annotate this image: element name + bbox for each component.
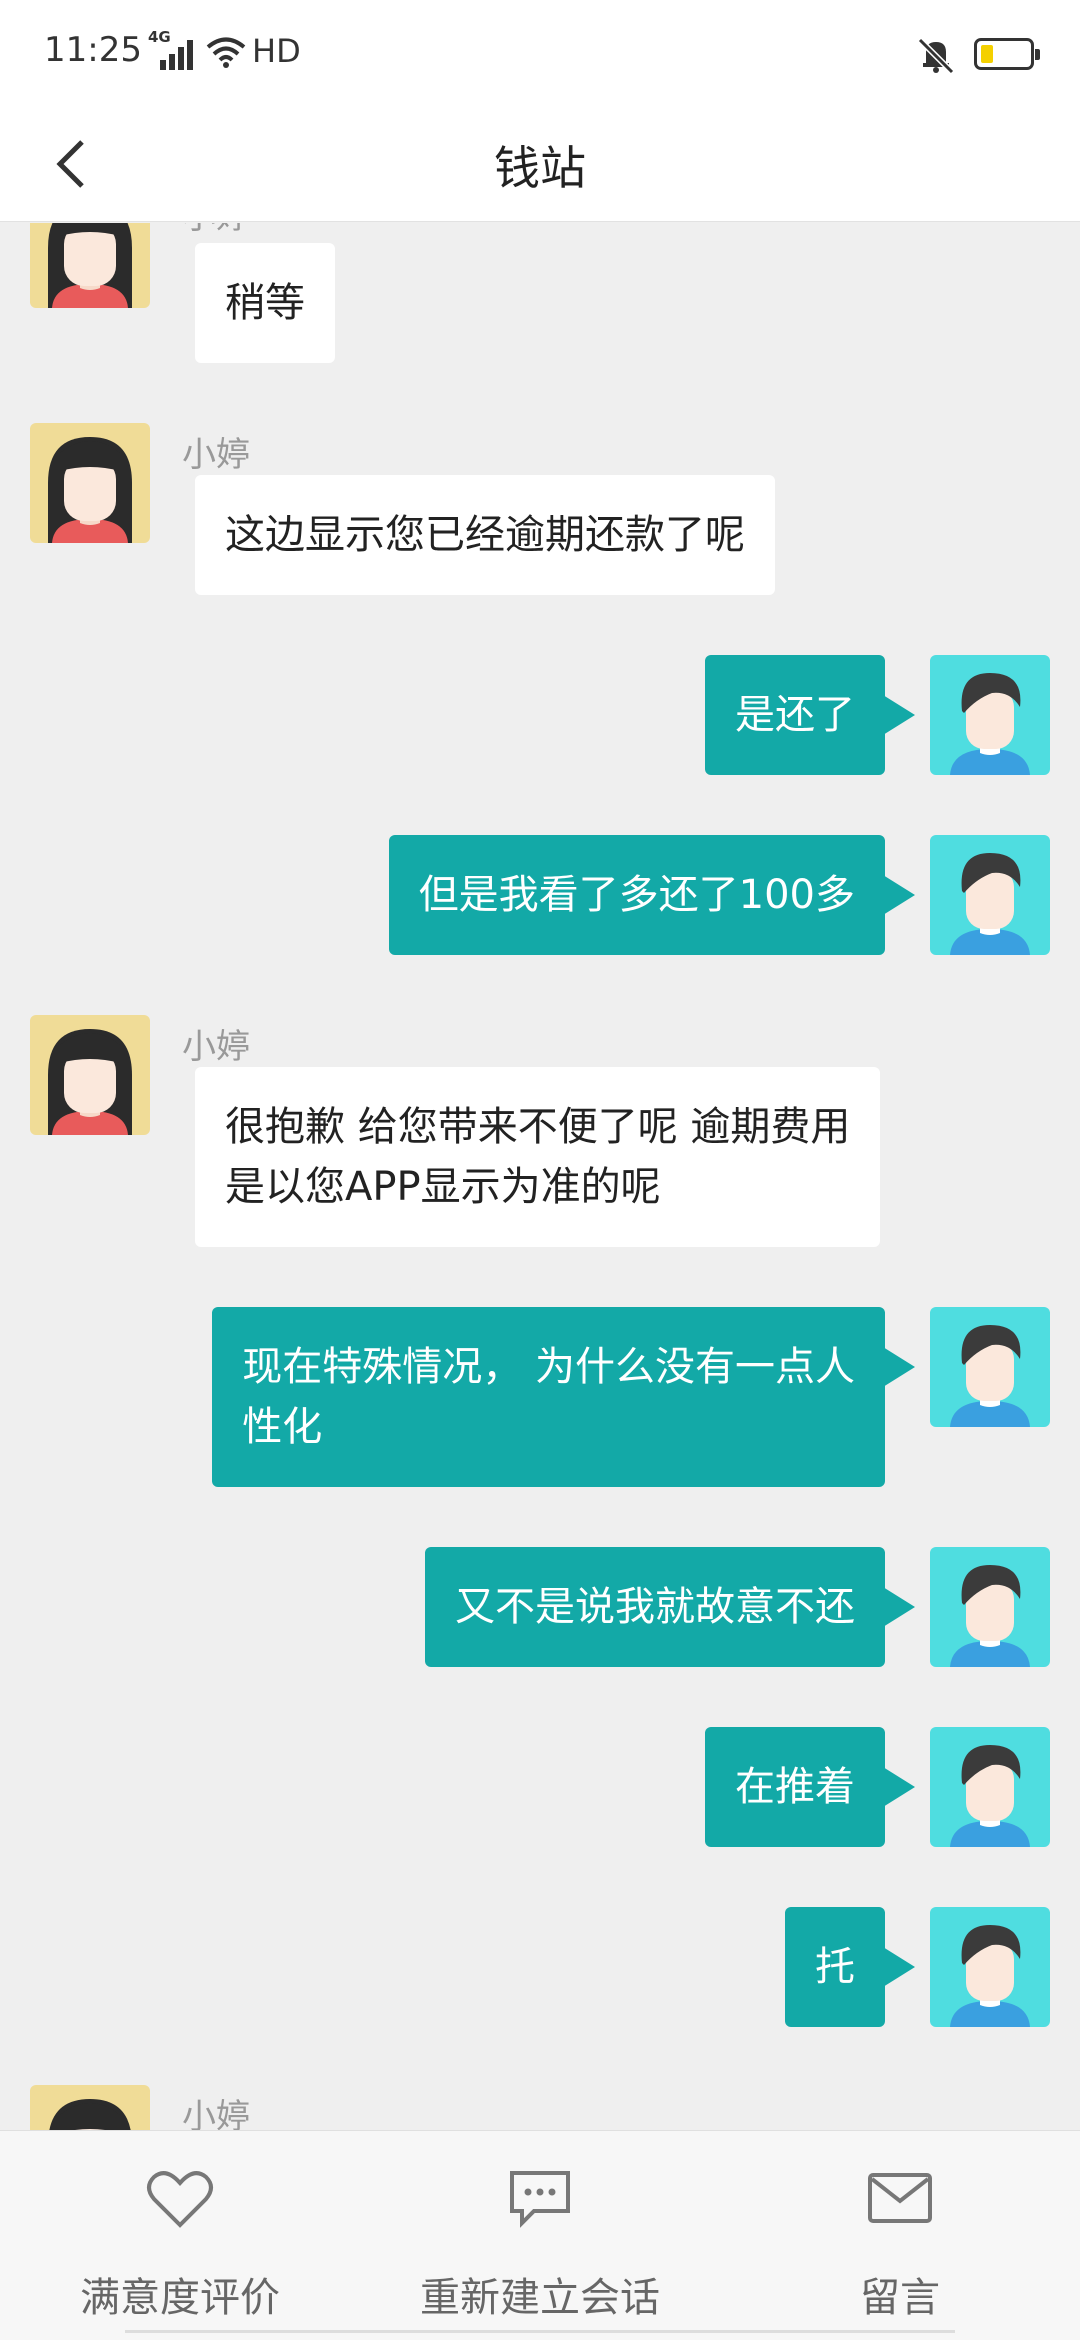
message-text: 这边显示您已经逾期还款了呢 xyxy=(225,512,745,558)
battery-icon xyxy=(974,38,1040,70)
agent-avatar[interactable] xyxy=(30,1015,150,1135)
agent-avatar[interactable] xyxy=(30,2085,150,2130)
user-avatar[interactable] xyxy=(930,1727,1050,1847)
message-row-agent: 小婷 xyxy=(0,2085,1080,2130)
message-row-user: 是还了 xyxy=(0,655,1080,777)
message-bubble[interactable]: 托 xyxy=(785,1907,915,2027)
message-bubble[interactable]: 又不是说我就故意不还 xyxy=(425,1547,915,1667)
new-session-label: 重新建立会话 xyxy=(420,2275,660,2321)
message-text: 稍等 xyxy=(225,280,305,326)
message-bubble[interactable]: 在推着 xyxy=(705,1727,915,1847)
mute-bell-icon xyxy=(917,37,955,74)
message-bubble[interactable]: 这边显示您已经逾期还款了呢 xyxy=(195,475,775,595)
message-bubble[interactable]: 是还了 xyxy=(705,655,915,775)
message-text-line: 很抱歉 给您带来不便了呢 逾期费用 xyxy=(225,1104,851,1150)
message-row-user: 又不是说我就故意不还 xyxy=(0,1547,1080,1669)
agent-avatar[interactable] xyxy=(30,223,150,308)
home-indicator xyxy=(125,2330,955,2340)
title-bar: 钱站 xyxy=(0,108,1080,222)
user-avatar[interactable] xyxy=(930,1547,1050,1667)
leave-message-button[interactable]: 留言 xyxy=(720,2131,1080,2340)
status-time: 11:25 xyxy=(44,30,142,70)
signal-icon xyxy=(160,40,193,70)
message-text-line: 现在特殊情况， 为什么没有一点人 xyxy=(242,1344,855,1390)
hd-label: HD xyxy=(252,32,301,70)
message-row-user: 但是我看了多还了100多 xyxy=(0,835,1080,957)
message-row-user: 托 xyxy=(0,1907,1080,2029)
message-text: 又不是说我就故意不还 xyxy=(455,1584,855,1630)
heart-icon xyxy=(147,2171,213,2228)
sender-name: 小婷 xyxy=(182,2097,250,2130)
bottom-action-bar: 满意度评价 重新建立会话 留言 xyxy=(0,2130,1080,2340)
message-bubble[interactable]: 很抱歉 给您带来不便了呢 逾期费用 是以您APP显示为准的呢 xyxy=(195,1067,881,1247)
sender-name: 小婷 xyxy=(182,435,250,475)
user-avatar[interactable] xyxy=(930,655,1050,775)
envelope-icon xyxy=(868,2173,932,2223)
page-title: 钱站 xyxy=(494,141,586,195)
wifi-icon xyxy=(206,37,246,68)
rate-satisfaction-button[interactable]: 满意度评价 xyxy=(0,2131,360,2340)
user-avatar[interactable] xyxy=(930,1307,1050,1427)
message-bubble[interactable]: 稍等 xyxy=(195,243,335,363)
chat-list[interactable]: 小婷 稍等 小婷 这边显示您已经逾期还款了呢 是还了 但是我看了多还了100多 xyxy=(0,223,1080,2130)
message-row-user: 现在特殊情况， 为什么没有一点人 性化 xyxy=(0,1307,1080,1487)
message-text: 但是我看了多还了100多 xyxy=(418,872,855,918)
message-row-agent: 小婷 稍等 xyxy=(0,223,1080,373)
new-session-button[interactable]: 重新建立会话 xyxy=(360,2131,720,2340)
user-avatar[interactable] xyxy=(930,1907,1050,2027)
message-bubble[interactable]: 现在特殊情况， 为什么没有一点人 性化 xyxy=(212,1307,915,1487)
message-text: 是还了 xyxy=(735,692,855,738)
message-text: 在推着 xyxy=(735,1764,855,1810)
message-text-line: 是以您APP显示为准的呢 xyxy=(225,1164,661,1210)
message-text-line: 性化 xyxy=(242,1404,323,1450)
leave-message-label: 留言 xyxy=(860,2275,940,2321)
status-bar: 11:25 4G HD xyxy=(0,0,1080,108)
user-avatar[interactable] xyxy=(930,835,1050,955)
message-row-agent: 小婷 很抱歉 给您带来不便了呢 逾期费用 是以您APP显示为准的呢 xyxy=(0,1015,1080,1255)
message-row-user: 在推着 xyxy=(0,1727,1080,1849)
message-row-agent: 小婷 这边显示您已经逾期还款了呢 xyxy=(0,423,1080,603)
message-bubble[interactable]: 但是我看了多还了100多 xyxy=(388,835,916,955)
rate-satisfaction-label: 满意度评价 xyxy=(80,2275,280,2321)
agent-avatar[interactable] xyxy=(30,423,150,543)
chat-bubble-icon xyxy=(510,2171,570,2228)
sender-name: 小婷 xyxy=(182,223,250,238)
message-text: 托 xyxy=(815,1944,855,1990)
sender-name: 小婷 xyxy=(182,1027,250,1067)
